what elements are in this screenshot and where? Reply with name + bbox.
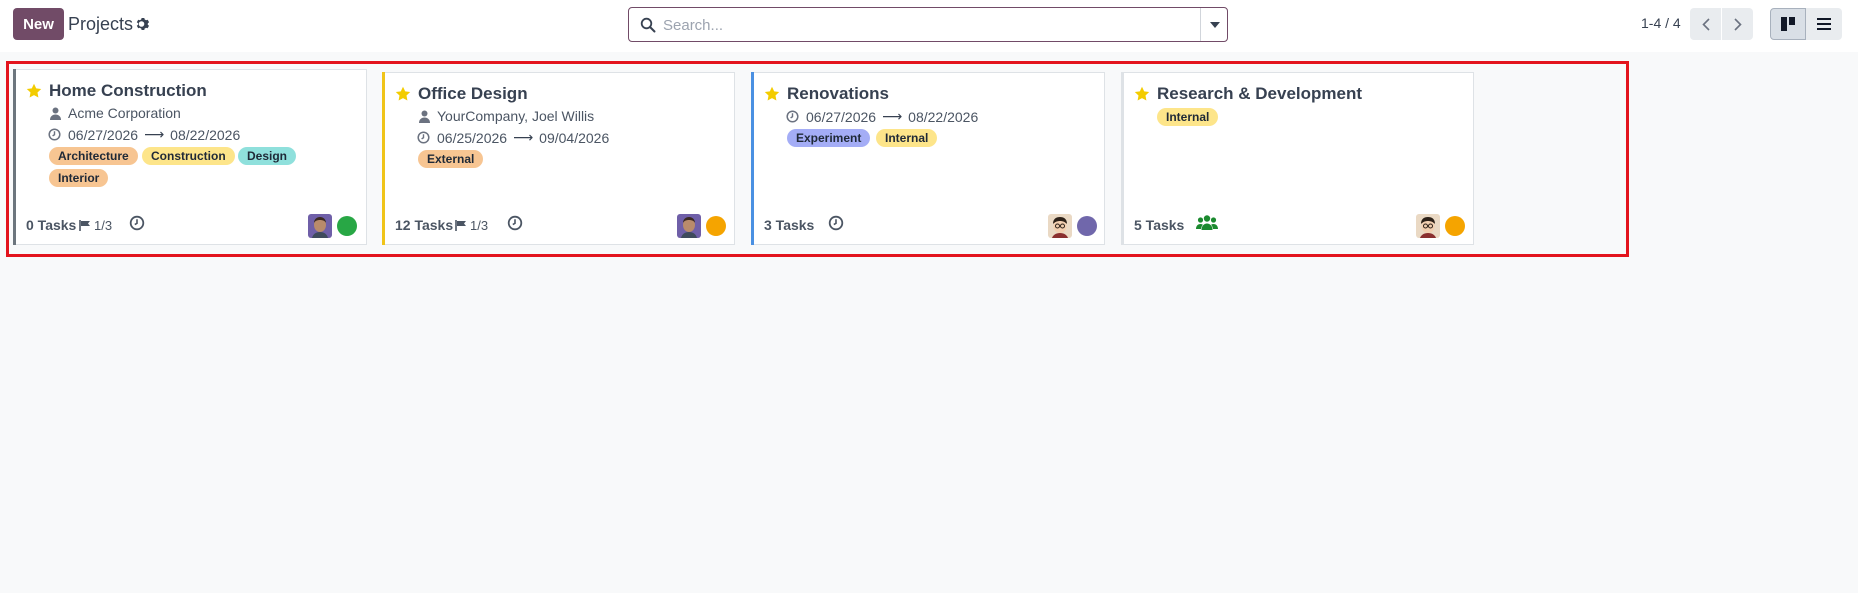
pager-next-button[interactable] — [1722, 8, 1753, 40]
activity-clock-icon[interactable] — [507, 215, 523, 231]
date-arrow-icon: ⟶ — [144, 126, 165, 142]
tasks-link[interactable]: 3 Tasks — [764, 217, 814, 233]
list-icon — [1817, 18, 1831, 30]
date-end: 08/22/2026 — [908, 108, 979, 125]
activity-clock-icon[interactable] — [129, 215, 145, 231]
project-card[interactable]: Research & Development Internal 5 Tasks — [1121, 72, 1474, 245]
tag: Internal — [876, 129, 938, 147]
flag-icon — [455, 220, 466, 231]
control-panel: New Projects 1-4 / 4 — [0, 0, 1858, 52]
breadcrumb-title: Projects — [68, 14, 134, 34]
star-icon[interactable] — [26, 83, 42, 99]
project-title[interactable]: Home Construction — [49, 81, 207, 101]
avatar[interactable] — [308, 214, 332, 238]
user-icon — [419, 110, 430, 123]
status-indicator[interactable] — [1077, 216, 1097, 236]
card-color-bar — [382, 72, 385, 245]
tag: External — [418, 150, 484, 168]
project-card[interactable]: Office Design YourCompany, Joel Willis 0… — [382, 72, 735, 245]
star-icon[interactable] — [1134, 86, 1150, 102]
search-icon — [640, 17, 656, 33]
project-dates: 06/25/2026 ⟶ 09/04/2026 — [417, 129, 609, 146]
search-box[interactable] — [628, 7, 1228, 42]
card-color-bar — [1121, 72, 1124, 245]
customer-name: Acme Corporation — [68, 105, 181, 121]
status-indicator[interactable] — [706, 216, 726, 236]
users-group-icon[interactable] — [1196, 214, 1218, 232]
tag: Interior — [49, 169, 109, 187]
caret-down-icon — [1209, 21, 1220, 28]
project-customer: Acme Corporation — [50, 105, 181, 121]
project-customer: YourCompany, Joel Willis — [419, 108, 594, 124]
tasks-link[interactable]: 5 Tasks — [1134, 217, 1184, 233]
status-indicator[interactable] — [337, 216, 357, 236]
tag: Experiment — [787, 129, 871, 147]
star-icon[interactable] — [764, 86, 780, 102]
tag: Architecture — [49, 147, 138, 165]
card-color-bar — [13, 69, 16, 245]
chevron-right-icon — [1733, 17, 1742, 31]
chevron-left-icon — [1701, 17, 1710, 31]
new-button[interactable]: New — [13, 8, 64, 40]
project-title[interactable]: Research & Development — [1157, 84, 1362, 104]
pager-previous-button[interactable] — [1690, 8, 1721, 40]
kanban-view-button[interactable] — [1770, 8, 1806, 40]
card-color-bar — [751, 72, 754, 245]
avatar[interactable] — [677, 214, 701, 238]
clock-icon — [786, 110, 799, 123]
flag-icon — [79, 220, 90, 231]
user-icon — [50, 107, 61, 120]
clock-icon — [48, 128, 61, 141]
clock-icon — [417, 131, 430, 144]
tasks-link[interactable]: 0 Tasks — [26, 217, 76, 233]
list-view-button[interactable] — [1806, 8, 1842, 40]
milestone-progress[interactable]: 1/3 — [79, 218, 112, 233]
tag: Design — [238, 147, 297, 165]
date-end: 09/04/2026 — [539, 129, 610, 146]
project-title[interactable]: Office Design — [418, 84, 528, 104]
project-dates: 06/27/2026 ⟶ 08/22/2026 — [786, 108, 978, 125]
activity-clock-icon[interactable] — [828, 215, 844, 231]
avatar[interactable] — [1416, 214, 1440, 238]
avatar[interactable] — [1048, 214, 1072, 238]
search-options-toggle[interactable] — [1200, 8, 1228, 41]
project-dates: 06/27/2026 ⟶ 08/22/2026 — [48, 126, 240, 143]
customer-name: YourCompany, Joel Willis — [437, 108, 595, 124]
date-arrow-icon: ⟶ — [882, 108, 903, 124]
milestone-progress[interactable]: 1/3 — [455, 218, 488, 233]
date-start: 06/27/2026 — [806, 108, 877, 125]
gear-icon[interactable] — [135, 16, 151, 32]
pager-value[interactable]: 1-4 / 4 — [1641, 15, 1681, 31]
date-arrow-icon: ⟶ — [513, 129, 534, 145]
kanban-icon — [1781, 17, 1795, 31]
tasks-link[interactable]: 12 Tasks — [395, 217, 453, 233]
project-card[interactable]: Home Construction Acme Corporation 06/27… — [13, 69, 367, 245]
tag: Internal — [1157, 108, 1219, 126]
date-start: 06/27/2026 — [68, 126, 139, 143]
date-end: 08/22/2026 — [170, 126, 241, 143]
project-title[interactable]: Renovations — [787, 84, 889, 104]
tag: Construction — [142, 147, 235, 165]
project-card[interactable]: Renovations 06/27/2026 ⟶ 08/22/2026 Expe… — [751, 72, 1105, 245]
date-start: 06/25/2026 — [437, 129, 508, 146]
search-input[interactable] — [663, 13, 1223, 37]
status-indicator[interactable] — [1445, 216, 1465, 236]
star-icon[interactable] — [395, 86, 411, 102]
